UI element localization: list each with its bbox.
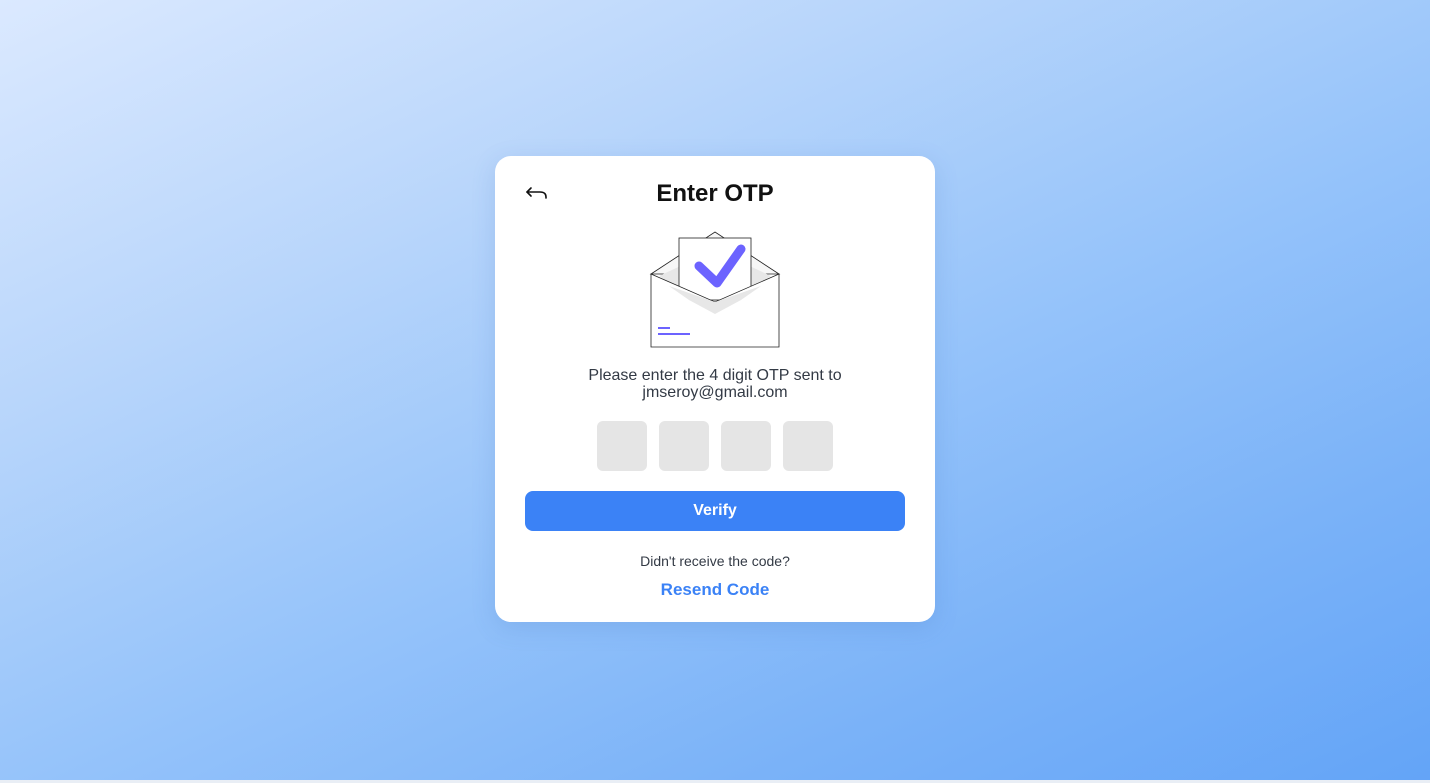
otp-digit-2[interactable] (659, 421, 709, 471)
otp-instructions-text: Please enter the 4 digit OTP sent to (588, 367, 842, 384)
otp-instructions: Please enter the 4 digit OTP sent to jms… (535, 367, 895, 401)
resend-prompt: Didn't receive the code? (640, 553, 790, 569)
otp-input-group (597, 421, 833, 471)
otp-email: jmseroy@gmail.com (642, 384, 788, 401)
envelope-check-icon (649, 231, 781, 348)
otp-digit-1[interactable] (597, 421, 647, 471)
otp-digit-4[interactable] (783, 421, 833, 471)
resend-code-link[interactable]: Resend Code (495, 580, 935, 600)
page-title: Enter OTP (656, 180, 774, 207)
otp-digit-3[interactable] (721, 421, 771, 471)
verify-button[interactable]: Verify (525, 491, 905, 531)
otp-card: Enter OTP Please enter the 4 digit OTP s… (495, 156, 935, 622)
